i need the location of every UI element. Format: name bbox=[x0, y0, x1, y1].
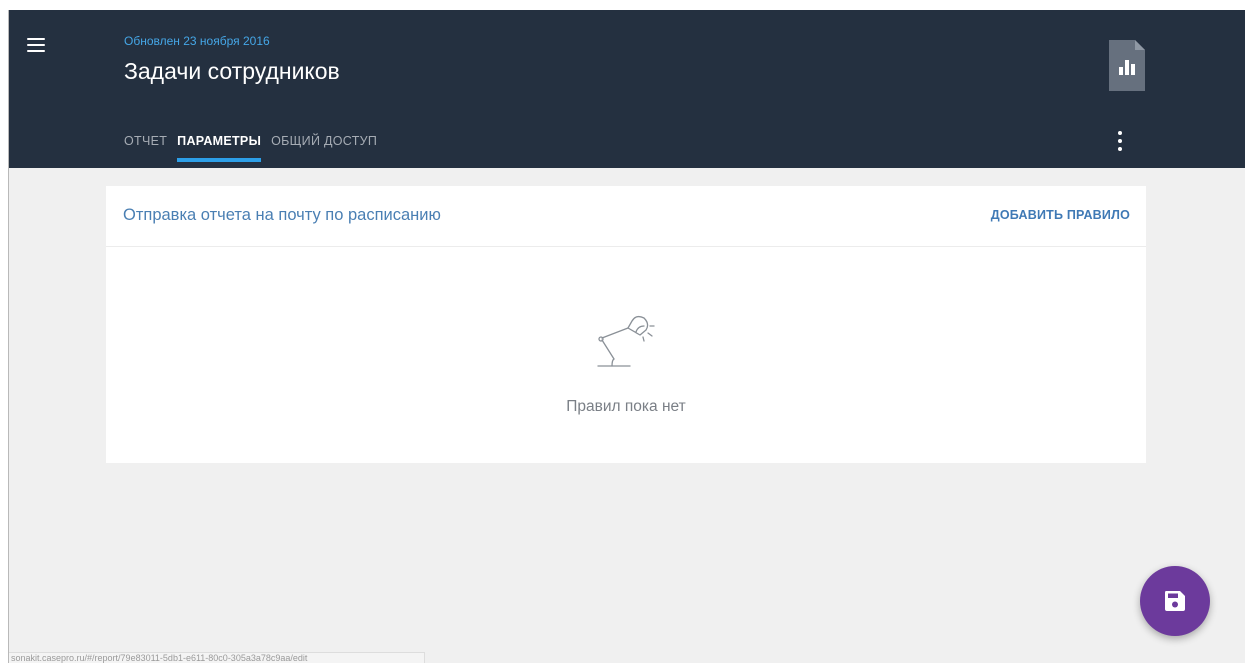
tab-bar: ОТЧЕТ ПАРАМЕТРЫ ОБЩИЙ ДОСТУП bbox=[124, 128, 387, 168]
add-rule-button[interactable]: ДОБАВИТЬ ПРАВИЛО bbox=[991, 208, 1130, 222]
page-title: Задачи сотрудников bbox=[124, 58, 340, 84]
tab-parameters-label: ПАРАМЕТРЫ bbox=[177, 134, 262, 148]
active-tab-indicator bbox=[177, 158, 262, 162]
card-header: Отправка отчета на почту по расписанию Д… bbox=[106, 186, 1146, 247]
app-header: Обновлен 23 ноября 2016 Задачи сотрудник… bbox=[9, 10, 1245, 168]
updated-date: Обновлен 23 ноября 2016 bbox=[124, 34, 270, 48]
tab-parameters[interactable]: ПАРАМЕТРЫ bbox=[177, 128, 262, 162]
schedule-card: Отправка отчета на почту по расписанию Д… bbox=[106, 186, 1146, 463]
tab-sharing[interactable]: ОБЩИЙ ДОСТУП bbox=[271, 128, 377, 162]
tab-sharing-label: ОБЩИЙ ДОСТУП bbox=[271, 134, 378, 148]
report-chart-icon[interactable] bbox=[1109, 40, 1145, 91]
more-vert-icon[interactable] bbox=[1113, 131, 1127, 153]
save-icon bbox=[1165, 591, 1185, 611]
hamburger-menu-icon[interactable] bbox=[27, 38, 45, 52]
empty-state-text: Правил пока нет bbox=[566, 398, 686, 415]
app-window: Обновлен 23 ноября 2016 Задачи сотрудник… bbox=[8, 10, 1245, 663]
tab-report-label: ОТЧЕТ bbox=[124, 134, 168, 148]
save-button[interactable] bbox=[1140, 566, 1210, 636]
card-title: Отправка отчета на почту по расписанию bbox=[123, 206, 441, 224]
desk-lamp-icon bbox=[597, 315, 655, 367]
status-bar-url: sonakit.casepro.ru/#/report/79e83011-5db… bbox=[9, 652, 425, 663]
tab-report[interactable]: ОТЧЕТ bbox=[124, 128, 167, 162]
